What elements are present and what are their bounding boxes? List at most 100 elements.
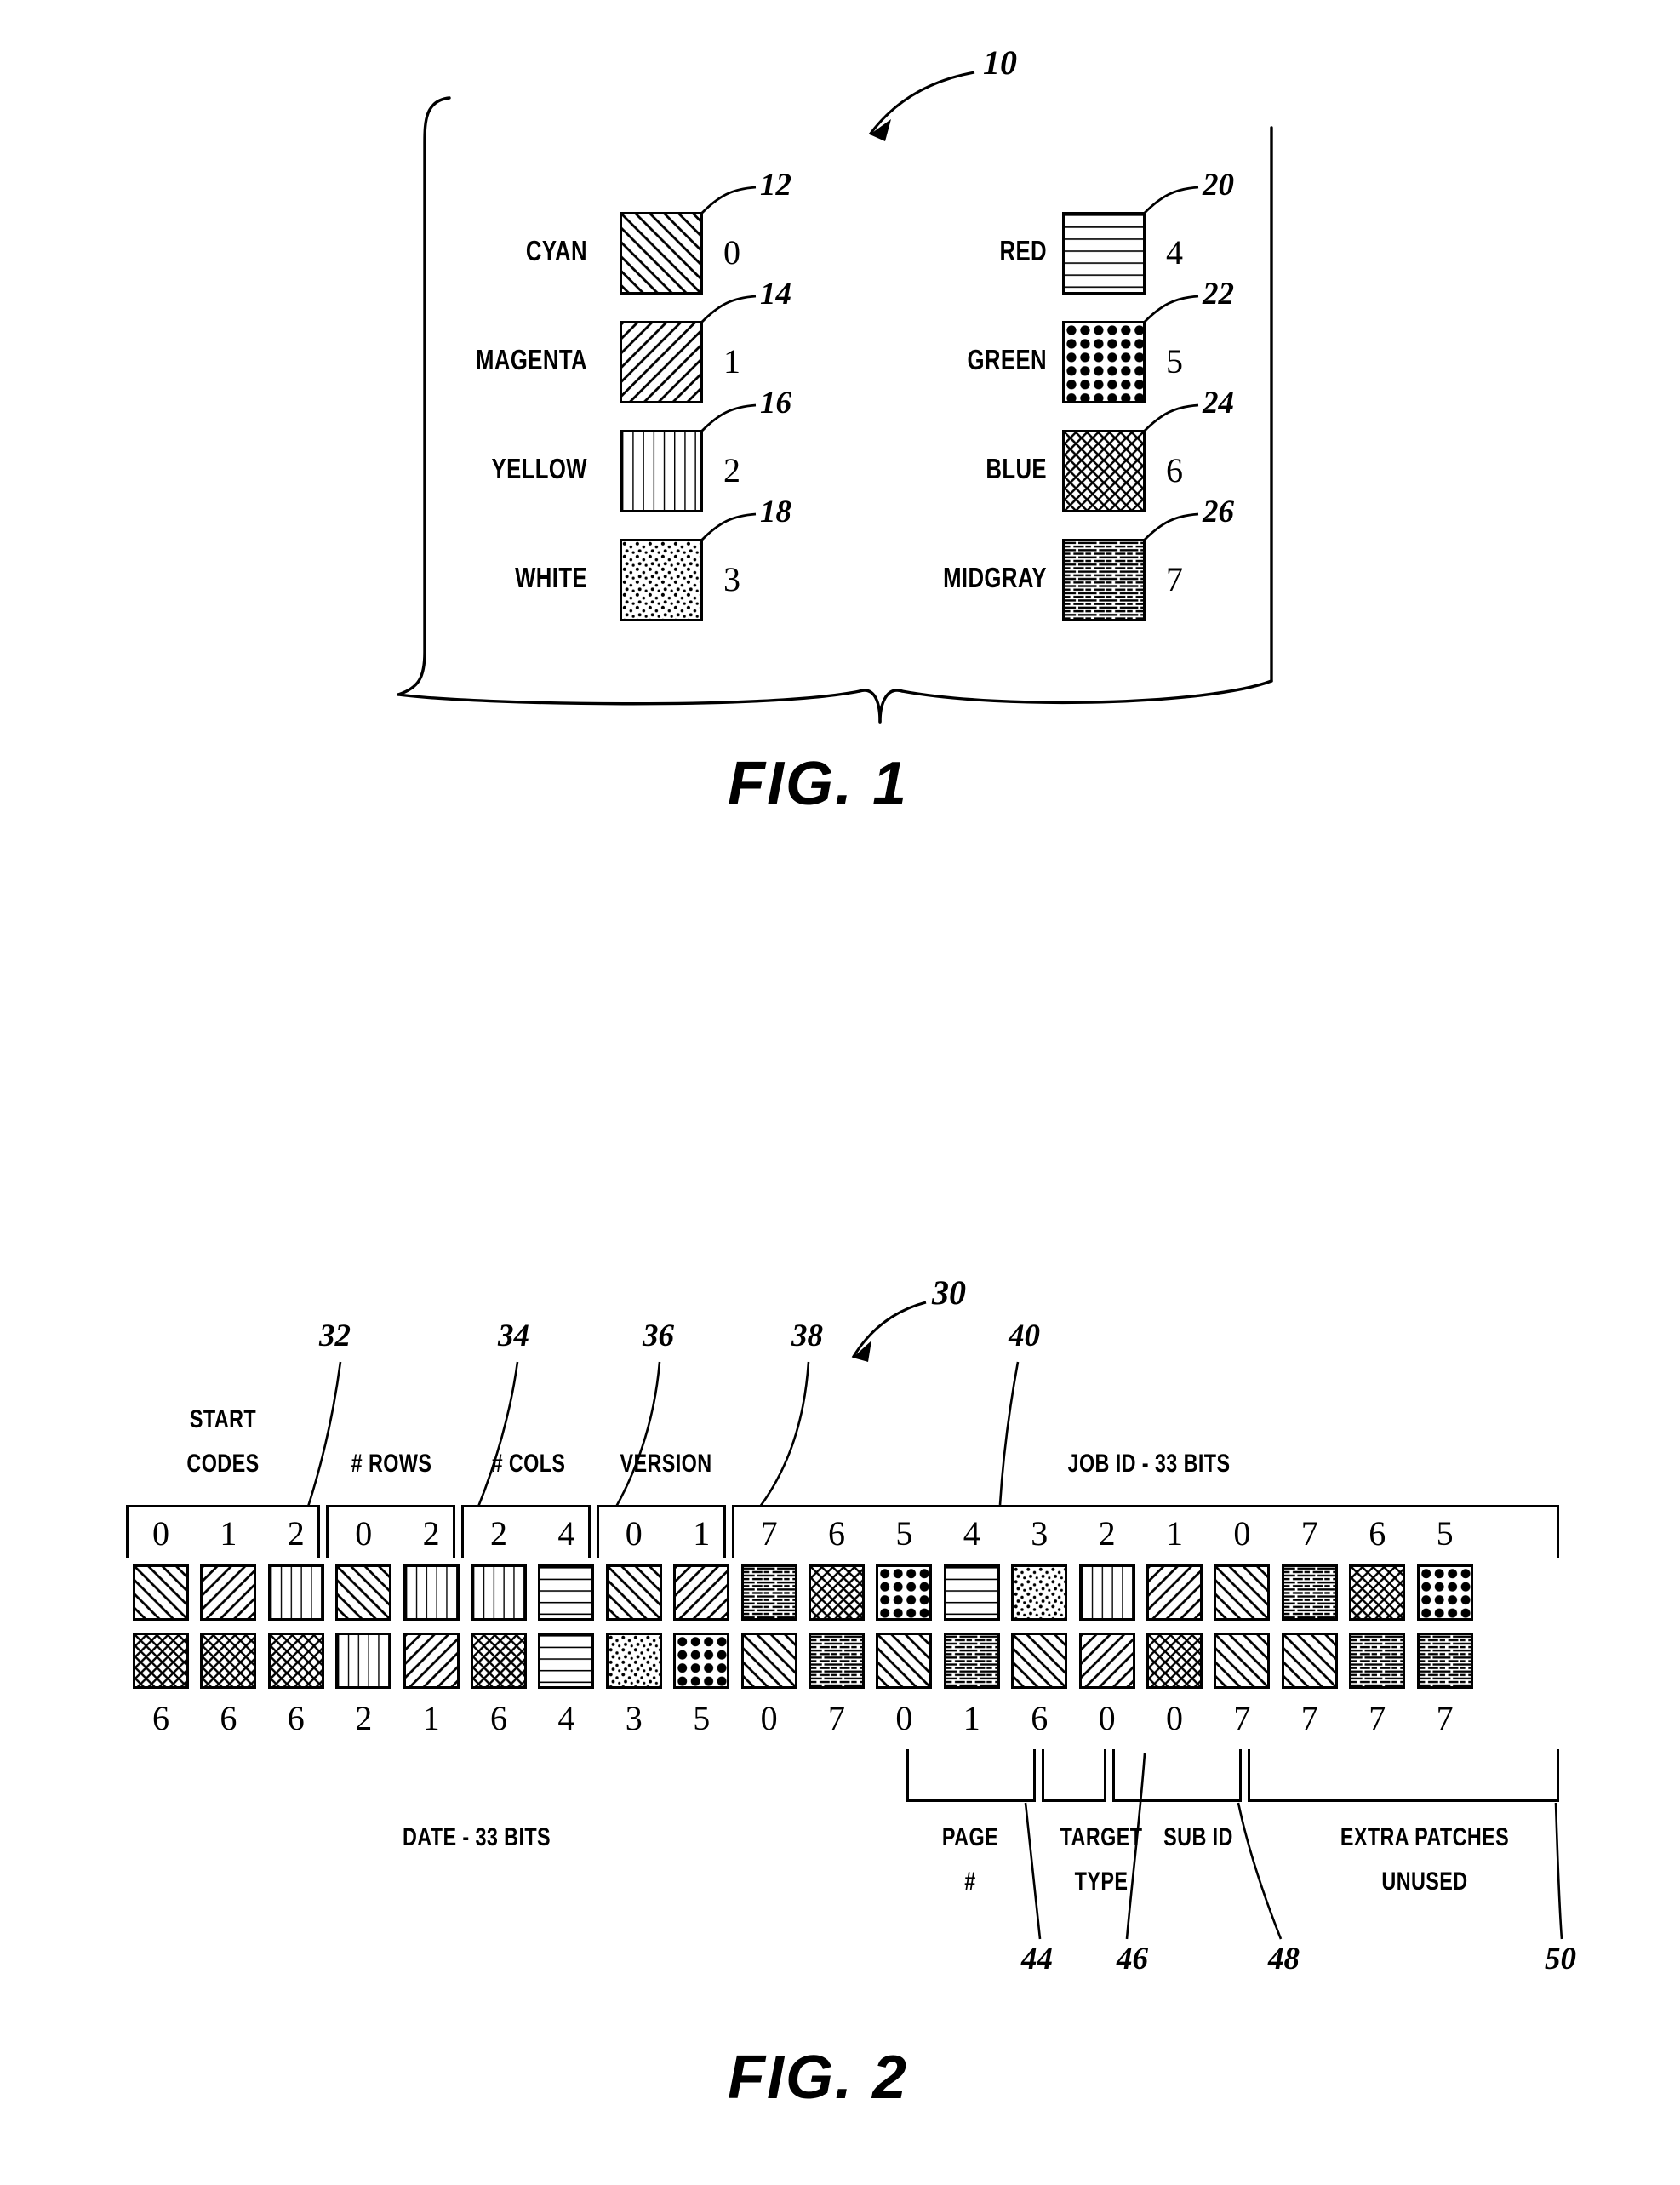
- bottom-digit-19: 7: [1436, 1699, 1454, 1737]
- bottom-digit-8: 5: [693, 1699, 711, 1737]
- bottom-digit-12: 1: [963, 1699, 980, 1737]
- figure-2-reference-numeral: 30: [932, 1273, 966, 1312]
- legend-leader-20: [1144, 186, 1199, 214]
- top-patch-1: [200, 1564, 257, 1621]
- figure-2-ref-36: 36: [643, 1318, 674, 1353]
- legend-label-red: RED: [999, 235, 1047, 266]
- legend-label-white: WHITE: [515, 562, 587, 593]
- group-bracket-extra-patches: [1248, 1749, 1559, 1802]
- group-label-date: DATE - 33 BITS: [402, 1823, 551, 1851]
- top-digit-14: 2: [1098, 1514, 1116, 1553]
- bottom-digit-15: 0: [1166, 1699, 1183, 1737]
- top-digit-16: 0: [1233, 1514, 1251, 1553]
- top-patch-13: [1011, 1564, 1068, 1621]
- top-patch-16: [1214, 1564, 1271, 1621]
- bottom-digit-11: 0: [895, 1699, 913, 1737]
- top-patch-7: [605, 1564, 662, 1621]
- group-label-extra-patches-line1: EXTRA PATCHES: [1340, 1823, 1510, 1851]
- legend-code-red: 4: [1166, 233, 1183, 272]
- group-label-num-rows: # ROWS: [351, 1450, 432, 1478]
- top-digit-13: 3: [1031, 1514, 1049, 1553]
- top-patch-10: [809, 1564, 865, 1621]
- top-digit-3: 0: [355, 1514, 373, 1553]
- top-patch-17: [1281, 1564, 1338, 1621]
- group-label-start-codes-line2: CODES: [186, 1450, 260, 1478]
- bottom-patch-1: [200, 1633, 257, 1689]
- figure-2-top-leaders: [306, 1361, 1020, 1507]
- figure-2-ref-44: 44: [1021, 1942, 1053, 1976]
- legend-swatch-yellow: [620, 430, 703, 512]
- bottom-patch-8: [673, 1633, 730, 1689]
- bottom-patch-12: [943, 1633, 1000, 1689]
- legend-ref-20: 20: [1203, 168, 1234, 203]
- legend-label-midgray: MIDGRAY: [943, 562, 1047, 593]
- bottom-patch-2: [267, 1633, 324, 1689]
- bottom-patch-16: [1214, 1633, 1271, 1689]
- bottom-digit-5: 6: [490, 1699, 507, 1737]
- bottom-patch-7: [605, 1633, 662, 1689]
- group-label-version: VERSION: [620, 1450, 712, 1478]
- legend-ref-22: 22: [1203, 277, 1234, 312]
- figure-2-lead-arrow: [851, 1301, 927, 1362]
- legend-ref-14: 14: [760, 277, 791, 312]
- bottom-digit-6: 4: [557, 1699, 575, 1737]
- legend-code-blue: 6: [1166, 451, 1183, 489]
- top-digit-19: 5: [1436, 1514, 1454, 1553]
- bottom-digit-0: 6: [152, 1699, 169, 1737]
- group-bracket-page-number: [906, 1749, 1036, 1802]
- figure-2-title: FIG. 2: [728, 2044, 909, 2112]
- group-label-target-type-line2: TYPE: [1074, 1868, 1129, 1896]
- bottom-digit-16: 7: [1233, 1699, 1251, 1737]
- bottom-digit-9: 0: [760, 1699, 778, 1737]
- top-digit-1: 1: [220, 1514, 237, 1553]
- bottom-patch-17: [1281, 1633, 1338, 1689]
- legend-ref-16: 16: [760, 386, 791, 420]
- legend-code-yellow: 2: [723, 451, 740, 489]
- legend-leader-26: [1144, 512, 1199, 541]
- group-label-extra-patches-line2: UNUSED: [1381, 1868, 1468, 1896]
- patent-drawing-sheet: 10 CYAN 0 12 MAGENTA 1 14 YELLOW 2 16 WH…: [0, 0, 1680, 2185]
- legend-swatch-midgray: [1062, 539, 1146, 621]
- top-digit-15: 1: [1166, 1514, 1183, 1553]
- top-digit-17: 7: [1300, 1514, 1318, 1553]
- top-patch-6: [538, 1564, 595, 1621]
- figure-2-ref-46: 46: [1117, 1942, 1148, 1976]
- top-patch-12: [943, 1564, 1000, 1621]
- legend-leader-14: [701, 295, 757, 323]
- top-digit-8: 1: [693, 1514, 711, 1553]
- bottom-patch-0: [133, 1633, 189, 1689]
- legend-code-white: 3: [723, 560, 740, 598]
- bottom-digit-2: 6: [287, 1699, 305, 1737]
- top-patch-15: [1146, 1564, 1203, 1621]
- top-digit-5: 2: [490, 1514, 507, 1553]
- bottom-patch-5: [471, 1633, 527, 1689]
- top-patch-0: [133, 1564, 189, 1621]
- group-label-page-number-line1: PAGE: [941, 1823, 999, 1851]
- legend-code-cyan: 0: [723, 233, 740, 272]
- top-patch-14: [1078, 1564, 1135, 1621]
- bottom-patch-10: [809, 1633, 865, 1689]
- legend-code-magenta: 1: [723, 342, 740, 380]
- top-digit-11: 5: [895, 1514, 913, 1553]
- legend-label-magenta: MAGENTA: [476, 344, 587, 375]
- figure-2-ref-38: 38: [791, 1318, 823, 1353]
- top-patch-8: [673, 1564, 730, 1621]
- group-label-page-number-line2: #: [964, 1868, 976, 1896]
- legend-code-green: 5: [1166, 342, 1183, 380]
- legend-swatch-magenta: [620, 321, 703, 403]
- figure-2-ref-48: 48: [1268, 1942, 1300, 1976]
- figure-2-ref-34: 34: [498, 1318, 529, 1353]
- top-patch-5: [471, 1564, 527, 1621]
- bottom-patch-4: [403, 1633, 460, 1689]
- legend-label-blue: BLUE: [986, 453, 1047, 484]
- bottom-patch-15: [1146, 1633, 1203, 1689]
- legend-label-cyan: CYAN: [525, 235, 587, 266]
- figure-2-ref-50: 50: [1545, 1942, 1576, 1976]
- top-digit-10: 6: [828, 1514, 845, 1553]
- bottom-digit-7: 3: [625, 1699, 643, 1737]
- legend-code-midgray: 7: [1166, 560, 1183, 598]
- bottom-digit-3: 2: [355, 1699, 373, 1737]
- top-patch-9: [740, 1564, 797, 1621]
- legend-swatch-blue: [1062, 430, 1146, 512]
- legend-swatch-red: [1062, 212, 1146, 295]
